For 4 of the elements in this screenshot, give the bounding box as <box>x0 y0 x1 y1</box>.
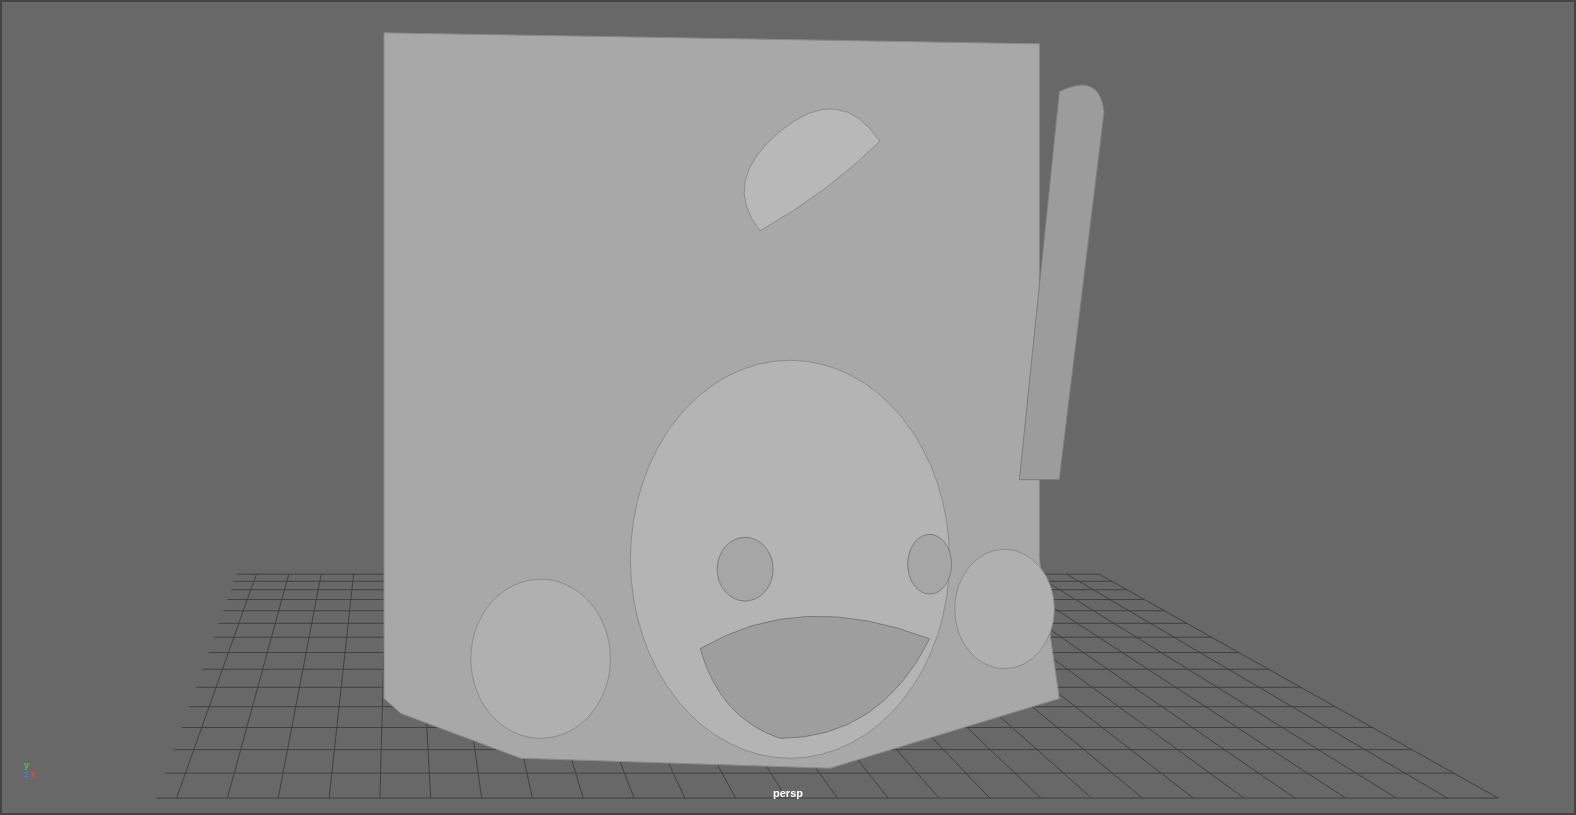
axis-label: y <box>24 761 29 770</box>
axis-label: x <box>30 770 36 779</box>
camera-label: persp <box>773 787 803 799</box>
axis-label: z <box>24 770 29 779</box>
